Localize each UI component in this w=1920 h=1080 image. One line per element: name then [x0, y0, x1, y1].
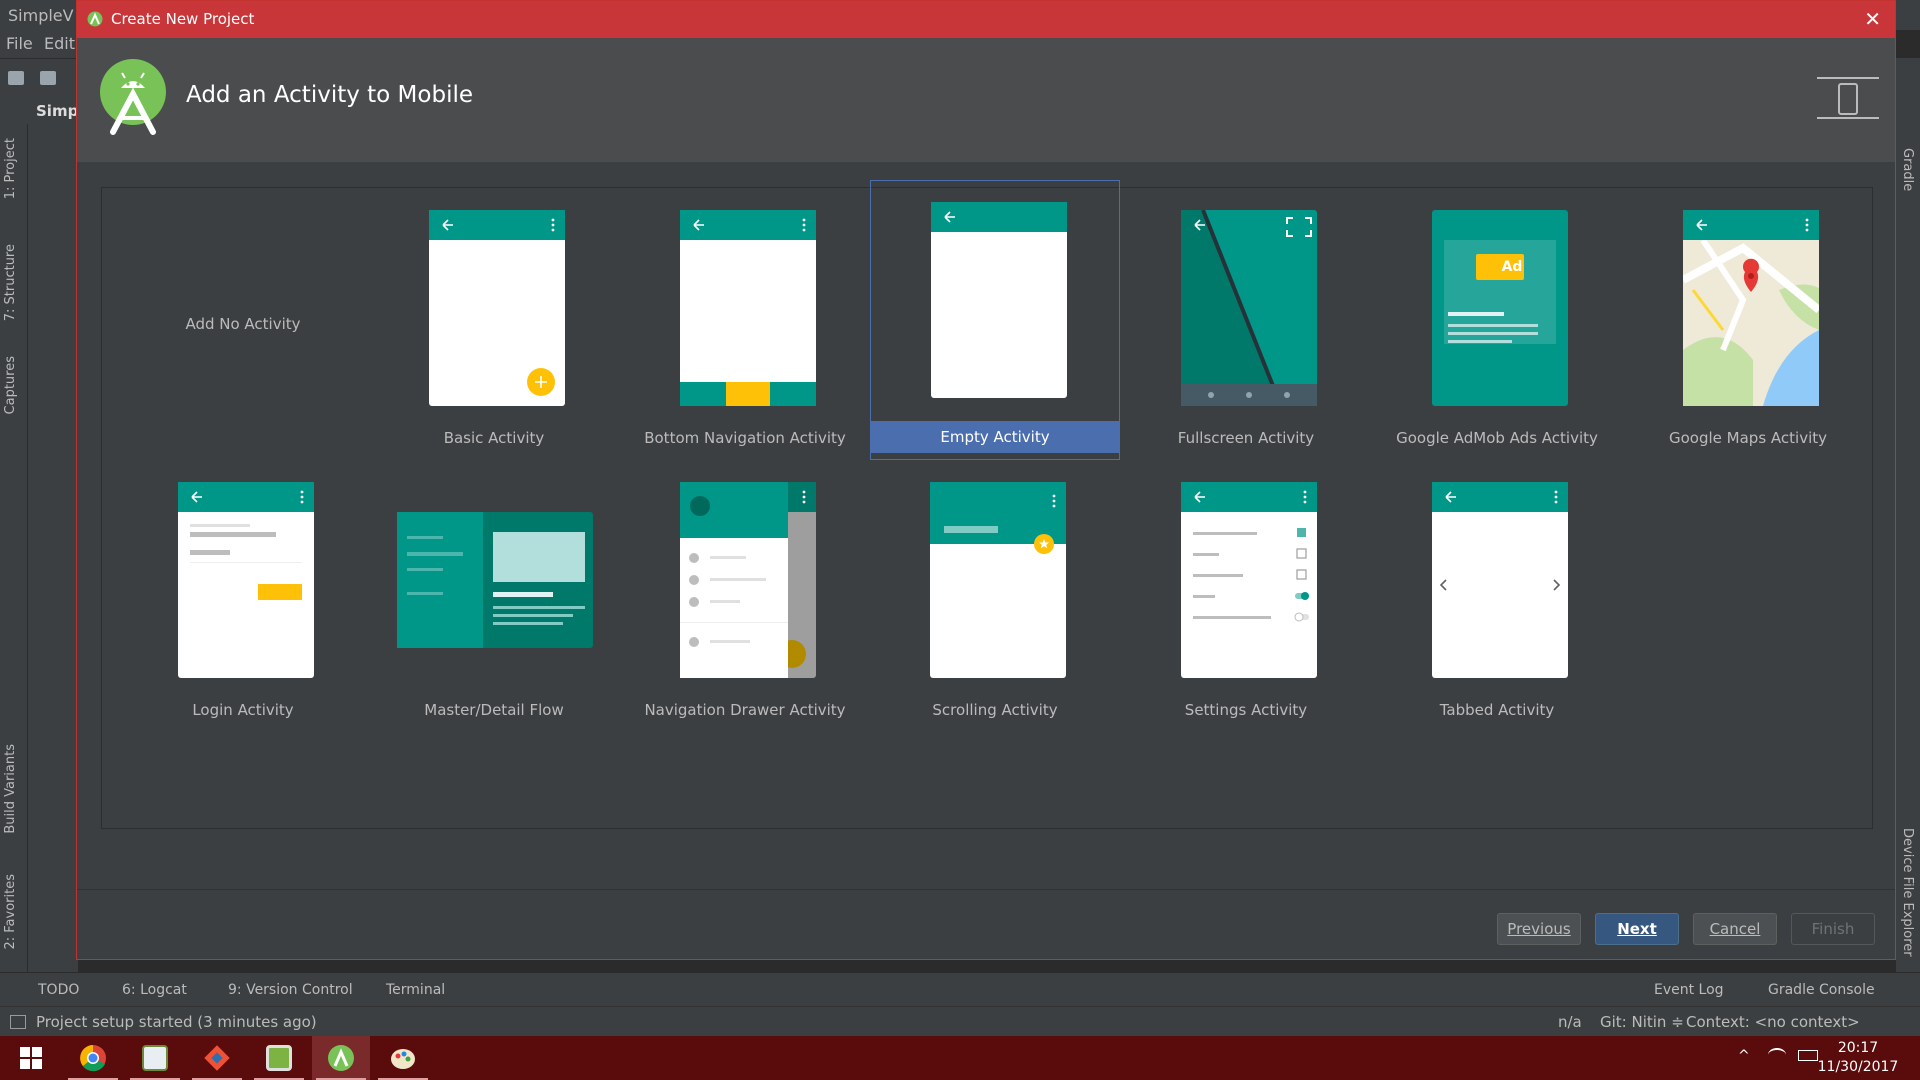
phone-device-icon [1817, 77, 1879, 119]
template-label: Google AdMob Ads Activity [1396, 429, 1598, 447]
notepad-icon[interactable] [250, 1036, 308, 1080]
template-label: Navigation Drawer Activity [644, 701, 846, 719]
next-button[interactable]: Next [1595, 913, 1679, 945]
tool-todo[interactable]: TODO [38, 982, 79, 998]
template-label: Basic Activity [443, 429, 545, 447]
ad-badge: Ad [1501, 259, 1523, 275]
activity-gallery: Add No Activity Basic Activity Bottom Na… [101, 180, 1873, 829]
login-activity-thumbnail-icon [178, 482, 314, 678]
tab-structure[interactable]: 7: Structure [3, 244, 18, 321]
template-master-detail-flow[interactable]: Master/Detail Flow [369, 460, 619, 732]
template-empty-activity[interactable]: Empty Activity [870, 180, 1120, 460]
status-context[interactable]: Context: <no context> [1686, 1013, 1860, 1031]
tab-captures[interactable]: Captures [3, 356, 18, 414]
tab-build-variants[interactable]: Build Variants [3, 744, 18, 834]
tabbed-activity-thumbnail-icon [1432, 482, 1568, 678]
status-toggle-icon[interactable] [10, 1015, 26, 1029]
template-label: Add No Activity [185, 315, 301, 333]
previous-button[interactable]: Previous [1497, 913, 1581, 945]
empty-activity-thumbnail-icon [931, 202, 1067, 398]
template-label: Scrolling Activity [932, 701, 1058, 719]
ide-app-title: SimpleV [8, 6, 74, 25]
status-bar: Project setup started (3 minutes ago) n/… [0, 1006, 1920, 1036]
template-label: Empty Activity [871, 421, 1119, 453]
tool-logcat[interactable]: 6: Logcat [122, 982, 187, 998]
cancel-button[interactable]: Cancel [1693, 913, 1777, 945]
git-client-icon[interactable] [188, 1036, 246, 1080]
fullscreen-activity-thumbnail-icon [1181, 210, 1317, 406]
menu-edit[interactable]: Edit [44, 34, 75, 53]
ide-project-bar: Simpl [0, 98, 83, 124]
menu-file[interactable]: File [6, 34, 33, 53]
create-project-dialog: Create New Project ✕ Add an Activity to … [76, 0, 1896, 960]
template-login-activity[interactable]: Login Activity [118, 460, 368, 732]
template-navigation-drawer-activity[interactable]: Navigation Drawer Activity [620, 460, 870, 732]
dialog-header: Add an Activity to Mobile [77, 38, 1895, 162]
template-add-no-activity[interactable]: Add No Activity [118, 188, 368, 460]
template-label: Master/Detail Flow [424, 701, 564, 719]
clock-time: 20:17 [1837, 1040, 1879, 1056]
windows-taskbar: ^ 20:17 11/30/2017 [0, 1036, 1920, 1080]
tab-favorites[interactable]: 2: Favorites [3, 874, 18, 950]
dialog-title: Create New Project [111, 10, 255, 28]
tool-gradle-console[interactable]: Gradle Console [1768, 982, 1875, 998]
taskbar-clock[interactable]: 20:17 11/30/2017 [1808, 1039, 1908, 1077]
right-tool-stripe: Gradle Device File Explorer [1896, 58, 1920, 972]
template-fullscreen-activity[interactable]: Fullscreen Activity [1121, 188, 1371, 460]
google-maps-thumbnail-icon [1683, 210, 1819, 406]
android-studio-icon [87, 11, 103, 27]
template-tabbed-activity[interactable]: Tabbed Activity [1372, 460, 1622, 732]
template-google-maps-activity[interactable]: Google Maps Activity [1623, 188, 1873, 460]
template-scrolling-activity[interactable]: Scrolling Activity [870, 460, 1120, 732]
tab-project[interactable]: 1: Project [3, 138, 18, 199]
admob-thumbnail-icon [1432, 210, 1568, 406]
basic-activity-thumbnail-icon [429, 210, 565, 406]
android-studio-logo-icon [100, 59, 166, 135]
template-settings-activity[interactable]: Settings Activity [1121, 460, 1371, 732]
bottom-navigation-thumbnail-icon [680, 210, 816, 406]
wifi-icon[interactable] [1768, 1048, 1786, 1062]
dialog-header-title: Add an Activity to Mobile [186, 82, 473, 108]
paint-icon[interactable] [374, 1036, 432, 1080]
project-tree [28, 124, 78, 972]
android-studio-taskbar-icon[interactable] [312, 1036, 370, 1080]
tab-device-file-explorer[interactable]: Device File Explorer [1900, 828, 1915, 957]
settings-activity-thumbnail-icon [1181, 482, 1317, 678]
tool-version-control[interactable]: 9: Version Control [228, 982, 353, 998]
template-label: Fullscreen Activity [1177, 429, 1315, 447]
image-viewer-icon[interactable] [126, 1036, 184, 1080]
template-label: Settings Activity [1184, 701, 1308, 719]
template-label: Tabbed Activity [1439, 701, 1555, 719]
template-label: Login Activity [192, 701, 294, 719]
bottom-tool-bar: TODO 6: Logcat 9: Version Control Termin… [0, 972, 1920, 1006]
clock-date: 11/30/2017 [1817, 1059, 1899, 1075]
finish-button[interactable]: Finish [1791, 913, 1875, 945]
template-admob-ads-activity[interactable]: Ad Google AdMob Ads Activity [1372, 188, 1622, 460]
status-message: Project setup started (3 minutes ago) [36, 1013, 317, 1031]
status-git[interactable]: Git: Nitin ≑ [1600, 1013, 1684, 1031]
template-bottom-navigation-activity[interactable]: Bottom Navigation Activity [620, 188, 870, 460]
template-label: Bottom Navigation Activity [644, 429, 846, 447]
navigation-drawer-thumbnail-icon [680, 482, 816, 678]
chrome-icon[interactable] [64, 1036, 122, 1080]
scrolling-activity-thumbnail-icon [930, 482, 1066, 678]
footer-divider [77, 889, 1895, 890]
save-icon[interactable] [40, 71, 56, 85]
template-label: Google Maps Activity [1669, 429, 1827, 447]
ide-toolbar [0, 58, 78, 98]
template-basic-activity[interactable]: Basic Activity [369, 188, 619, 460]
windows-start-icon[interactable] [2, 1036, 60, 1080]
tray-chevron-icon[interactable]: ^ [1738, 1048, 1750, 1064]
close-icon[interactable]: ✕ [1864, 7, 1881, 31]
dialog-title-bar: Create New Project ✕ [77, 1, 1895, 38]
status-position: n/a [1558, 1013, 1582, 1031]
master-detail-thumbnail-icon [397, 512, 593, 648]
open-folder-icon[interactable] [8, 71, 24, 85]
tool-event-log[interactable]: Event Log [1654, 982, 1724, 998]
tab-gradle[interactable]: Gradle [1900, 148, 1915, 191]
tool-terminal[interactable]: Terminal [386, 982, 445, 998]
ide-menu-bar: File Edit [0, 30, 78, 58]
left-tool-stripe: 1: Project 7: Structure Captures Build V… [0, 124, 28, 972]
